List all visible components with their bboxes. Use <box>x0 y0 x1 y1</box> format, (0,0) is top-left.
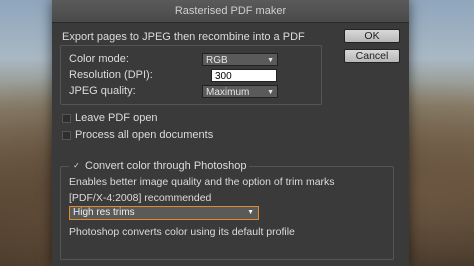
ok-button[interactable]: OK <box>344 29 400 43</box>
convert-color-info: Enables better image quality and the opt… <box>69 176 335 188</box>
process-all-label: Process all open documents <box>75 129 214 141</box>
convert-color-label: Convert color through Photoshop <box>85 160 247 172</box>
leave-pdf-open-option[interactable]: Leave PDF open <box>62 112 158 124</box>
chevron-down-icon: ▼ <box>247 209 254 216</box>
cancel-button[interactable]: Cancel <box>344 49 400 63</box>
color-mode-row: Color mode: <box>69 52 165 66</box>
pdfx-recommended-text: [PDF/X-4:2008] recommended <box>69 192 212 204</box>
color-mode-select[interactable]: RGB ▼ <box>202 53 278 66</box>
convert-color-option[interactable]: ✓ Convert color through Photoshop <box>69 160 250 172</box>
chevron-down-icon: ▼ <box>267 89 274 96</box>
dialog-window: Rasterised PDF maker Export pages to JPE… <box>52 0 409 266</box>
jpeg-quality-row: JPEG quality: <box>69 84 165 98</box>
convert-color-checkbox[interactable]: ✓ <box>72 161 81 171</box>
photoshop-options-panel: ✓ Convert color through Photoshop Enable… <box>60 160 394 260</box>
jpeg-quality-value: Maximum <box>206 87 250 98</box>
trim-marks-value: High res trims <box>73 207 135 218</box>
dialog-description: Export pages to JPEG then recombine into… <box>62 31 305 43</box>
process-all-checkbox[interactable] <box>62 130 71 140</box>
chevron-down-icon: ▼ <box>267 57 274 64</box>
resolution-row: Resolution (DPI): <box>69 68 165 82</box>
color-mode-label: Color mode: <box>69 53 129 65</box>
leave-pdf-open-checkbox[interactable] <box>62 113 71 123</box>
trim-marks-select[interactable]: High res trims ▼ <box>69 206 259 220</box>
color-profile-note: Photoshop converts color using its defau… <box>69 226 295 238</box>
export-settings-panel: Color mode: RGB ▼ Resolution (DPI): 300 … <box>60 45 322 105</box>
resolution-label: Resolution (DPI): <box>69 69 153 81</box>
resolution-input[interactable]: 300 <box>211 69 277 82</box>
jpeg-quality-select[interactable]: Maximum ▼ <box>202 85 278 98</box>
dialog-title: Rasterised PDF maker <box>52 0 409 23</box>
jpeg-quality-label: JPEG quality: <box>69 85 136 97</box>
color-mode-value: RGB <box>206 55 228 66</box>
leave-pdf-open-label: Leave PDF open <box>75 112 158 124</box>
process-all-option[interactable]: Process all open documents <box>62 129 213 141</box>
